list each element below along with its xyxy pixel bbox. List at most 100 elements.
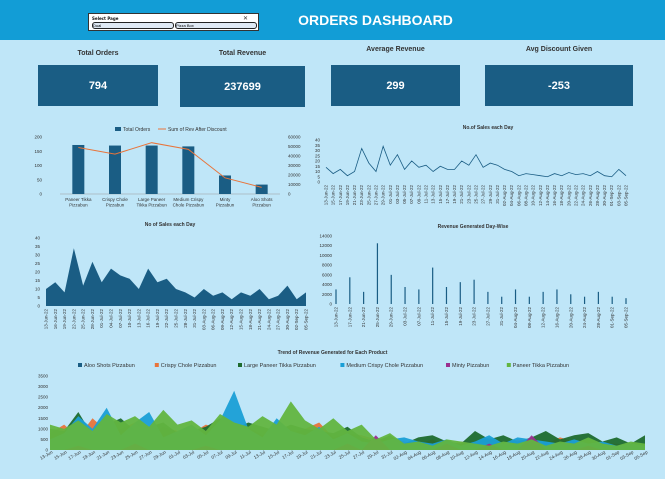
x-tick-label: 10-Aug-22 bbox=[531, 185, 536, 207]
category-label: Pizzabun bbox=[69, 203, 88, 208]
y-tick-label: 0 bbox=[37, 304, 40, 309]
x-tick-label: 16-Aug-22 bbox=[552, 185, 557, 207]
x-tick-label: 03-Jul-22 bbox=[403, 307, 408, 326]
x-tick-label: 16-Jul-22 bbox=[146, 309, 151, 328]
x-tick-label: 21-Jul-22 bbox=[459, 185, 464, 204]
legend-swatch bbox=[340, 363, 345, 367]
y-tick-label: 2500 bbox=[38, 395, 49, 400]
x-tick-label: 06-Aug bbox=[421, 449, 436, 461]
x-tick-label: 18-Aug-22 bbox=[559, 185, 564, 207]
x-tick-label: 02-Sep-22 bbox=[294, 309, 299, 331]
x-tick-label: 16-Aug-22 bbox=[554, 307, 559, 329]
x-tick-label: 21-Jun-22 bbox=[361, 307, 366, 328]
x-tick-label: 01-Jul-22 bbox=[388, 185, 393, 204]
y-tick-label: 8000 bbox=[322, 263, 333, 268]
x-tick-label: 13-Jul-22 bbox=[431, 185, 436, 204]
legend-label-orders: Total Orders bbox=[123, 127, 151, 133]
x-tick-label: 18-Aug-22 bbox=[248, 309, 253, 331]
x-tick-label: 17-Jun-22 bbox=[338, 185, 343, 206]
sales-area bbox=[46, 248, 306, 306]
x-tick-label: 15-Jul bbox=[267, 450, 280, 460]
category-label: Tikka Pizzabun bbox=[136, 203, 167, 208]
x-tick-label: 01-Sep-22 bbox=[609, 185, 614, 207]
x-tick-label: 05-Sep-22 bbox=[624, 307, 629, 329]
x-tick-label: 28-Jul-22 bbox=[183, 309, 188, 328]
x-tick-label: 11-Jul bbox=[239, 450, 252, 460]
x-tick-label: 15-Jun-22 bbox=[331, 185, 336, 206]
x-tick-label: 12-Aug bbox=[463, 449, 478, 461]
x-tick-label: 29-Jun-22 bbox=[389, 307, 394, 328]
x-tick-label: 01-Sep-22 bbox=[610, 307, 615, 329]
revenue-bar bbox=[432, 267, 434, 304]
y-tick-label: 12000 bbox=[319, 243, 332, 248]
x-tick-label: 24-Aug-22 bbox=[581, 185, 586, 207]
x-tick-label: 17-Jun-22 bbox=[347, 307, 352, 328]
y-tick-label: 15 bbox=[35, 278, 41, 283]
x-tick-label: 07-Jul bbox=[210, 450, 223, 460]
x-tick-label: 10-Aug bbox=[449, 449, 464, 461]
x-tick-label: 18-Aug bbox=[506, 449, 521, 461]
legend-label: Minty Pizzabun bbox=[452, 363, 489, 369]
x-tick-label: 28-Aug-22 bbox=[595, 185, 600, 207]
x-tick-label: 13-Jul-22 bbox=[136, 309, 141, 328]
x-tick-label: 28-Aug bbox=[577, 449, 592, 461]
x-tick-label: 29-Jul bbox=[366, 450, 379, 460]
x-tick-label: 07-Jul-22 bbox=[118, 309, 123, 328]
x-tick-label: 28-Aug-22 bbox=[596, 307, 601, 329]
x-tick-label: 15-Jun bbox=[53, 449, 68, 460]
y-tick-label: 15 bbox=[315, 164, 321, 169]
x-tick-label: 04-Aug bbox=[407, 449, 422, 461]
x-tick-label: 19-Jun bbox=[82, 449, 97, 460]
y-tick-label: 30 bbox=[315, 148, 321, 153]
x-tick-label: 03-Jul bbox=[182, 450, 195, 460]
x-tick-label: 15-Jul-22 bbox=[438, 185, 443, 204]
x-tick-label: 25-Jun-22 bbox=[366, 185, 371, 206]
x-tick-label: 21-Jul bbox=[310, 450, 323, 460]
category-label: Aloo Shots bbox=[251, 197, 274, 202]
x-tick-label: 21-Jun bbox=[96, 449, 111, 460]
x-tick-label: 26-Aug-22 bbox=[588, 185, 593, 207]
sales-each-day-line-chart: 0510152025303540 13-Jun-22 15-Jun-22 17-Jun… bbox=[315, 138, 629, 207]
x-tick-label: 04-Jul-22 bbox=[109, 309, 114, 328]
x-tick-label: 24-Aug-22 bbox=[266, 309, 271, 331]
x-tick-label: 24-Aug-22 bbox=[582, 307, 587, 329]
x-tick-label: 27-Jun-22 bbox=[374, 185, 379, 206]
kpi-label-average-revenue: Average Revenue bbox=[366, 46, 425, 53]
x-tick-label: 05-Sep bbox=[633, 449, 648, 461]
category-label: Medium Crispy bbox=[173, 197, 204, 202]
kpi-value-average-revenue: 299 bbox=[331, 65, 460, 106]
x-tick-label: 25-Jun bbox=[124, 449, 139, 460]
y2-tick-label: 60000 bbox=[288, 135, 301, 140]
x-tick-label: 23-Jul bbox=[324, 450, 337, 460]
x-tick-label: 13-Jun-22 bbox=[324, 185, 329, 206]
y-tick-label: 3500 bbox=[38, 374, 49, 379]
x-tick-label: 25-Jul-22 bbox=[174, 309, 179, 328]
legend-label: Paneer Tikka Pizzabun bbox=[513, 363, 569, 369]
x-tick-label: 21-Aug-22 bbox=[257, 309, 262, 331]
x-tick-label: 31-Jul-22 bbox=[495, 185, 500, 204]
sales-each-day-area-chart: 0 5 10 15 20 25 30 35 40 13-Jun-22 16-Jun-22 19-Jun… bbox=[35, 236, 309, 331]
legend-label: Crispy Chole Pizzabun bbox=[161, 363, 217, 369]
revenue-bar bbox=[349, 277, 351, 304]
y-tick-label: 0 bbox=[39, 192, 42, 197]
x-tick-label: 27-Aug-22 bbox=[276, 309, 281, 331]
x-tick-label: 23-Jun bbox=[110, 449, 125, 460]
y-tick-label: 25 bbox=[35, 261, 41, 266]
x-tick-label: 23-Jul-22 bbox=[466, 185, 471, 204]
x-tick-label: 30-Aug bbox=[591, 449, 606, 461]
revenue-bar bbox=[363, 291, 365, 304]
y-tick-label: 20 bbox=[315, 159, 321, 164]
y-tick-label: 500 bbox=[40, 437, 48, 442]
x-tick-label: 05-Jul-22 bbox=[402, 185, 407, 204]
revenue-bar bbox=[542, 291, 544, 304]
x-tick-label: 13-Jul bbox=[253, 450, 266, 460]
legend-label: Aloo Shots Pizzabun bbox=[84, 363, 135, 369]
y2-tick-label: 30000 bbox=[288, 163, 301, 168]
x-tick-label: 20-Aug-22 bbox=[566, 185, 571, 207]
legend-label-revenue: Sum of Rev After Discount bbox=[168, 127, 227, 133]
page-title: ORDERS DASHBOARD bbox=[298, 12, 453, 28]
x-tick-label: 27-Jul bbox=[352, 450, 365, 460]
revenue-bar bbox=[473, 279, 475, 304]
bar bbox=[72, 144, 85, 194]
y-tick-label: 2000 bbox=[38, 405, 49, 410]
